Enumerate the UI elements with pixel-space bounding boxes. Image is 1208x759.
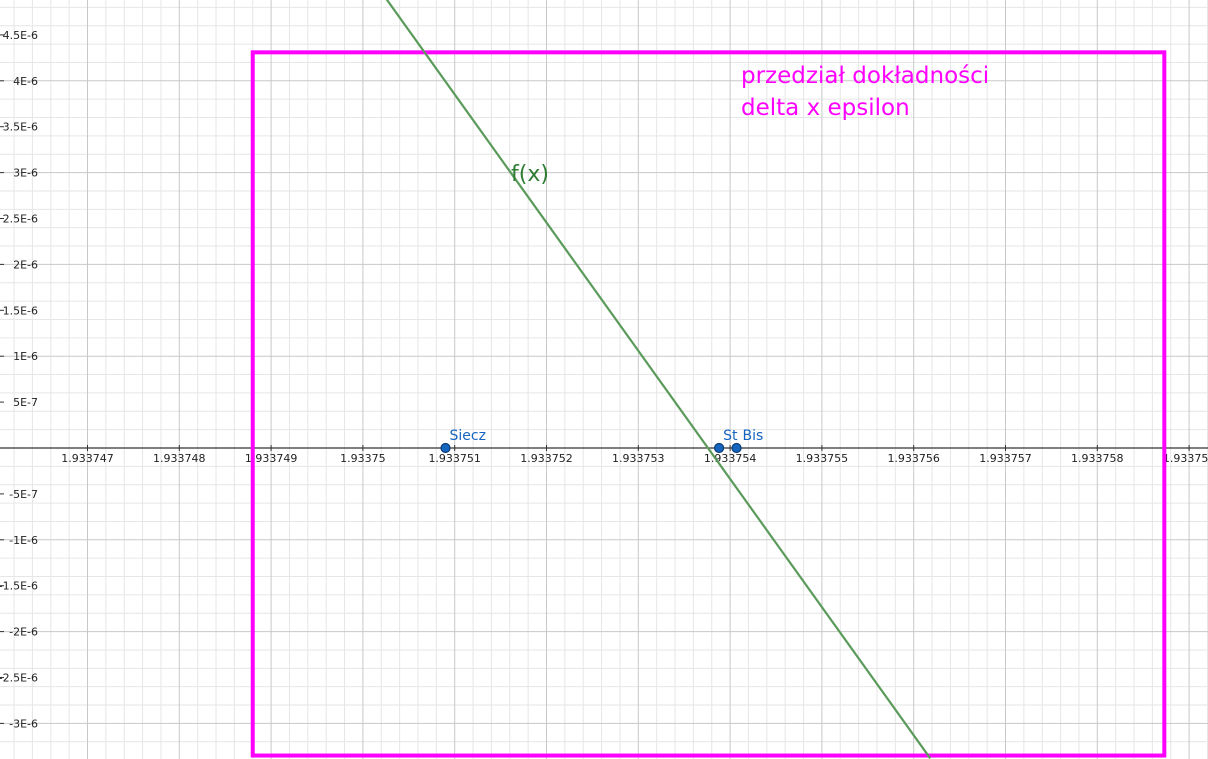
interval-annotation: przedział dokładności delta x epsilon [741,60,989,124]
y-tick-label: -5E-7 [9,488,38,501]
x-tick-label: 1.933747 [61,452,114,465]
y-tick-label: 4E-6 [13,75,38,88]
annotation-line-1: przedział dokładności [741,63,990,89]
point-label-bis: Bis [743,428,764,444]
annotation-line-2: delta x epsilon [741,95,910,121]
y-tick-label: 3E-6 [13,167,38,180]
x-tick-label: 1.933748 [153,452,206,465]
x-tick-label: 1.933756 [887,452,940,465]
x-tick-label: 1.933751 [428,452,481,465]
x-tick-label: 1.933755 [796,452,849,465]
y-tick-label: -3E-6 [9,717,38,730]
y-tick-label: 1.5E-6 [3,304,38,317]
y-tick-label: 5E-7 [13,396,38,409]
y-tick-label: -2.5E-6 [0,672,38,685]
graph-canvas[interactable]: 1.933747 1.933748 1.933749 1.93375 1.933751 1… [0,0,1208,759]
x-tick-label: 1.933752 [520,452,573,465]
y-tick-label: 1E-6 [13,350,38,363]
x-tick-label: 1.933759 [1163,452,1208,465]
x-tick-label: 1.933757 [979,452,1032,465]
y-tick-label: -2E-6 [9,626,38,639]
root-points: Siecz St Bis [440,428,764,454]
x-tick-label: 1.933753 [612,452,665,465]
minor-grid [0,0,1208,759]
x-tick-label: 1.93375 [340,452,386,465]
point-label-siecz: Siecz [450,428,486,444]
y-tick-label: -1E-6 [9,534,38,547]
function-label: f(x) [511,162,549,187]
y-tick-label: 4.5E-6 [3,29,38,42]
y-tick-label: 2E-6 [13,258,38,271]
x-tick-label: 1.933758 [1071,452,1124,465]
y-tick-label: 2.5E-6 [3,213,38,226]
point-st [713,442,725,454]
point-bis [731,442,742,454]
point-label-st: St [723,428,738,444]
y-tick-label: 3.5E-6 [3,121,38,134]
y-tick-label: -1.5E-6 [0,580,38,593]
major-grid [0,0,1208,759]
point-siecz [440,442,451,454]
